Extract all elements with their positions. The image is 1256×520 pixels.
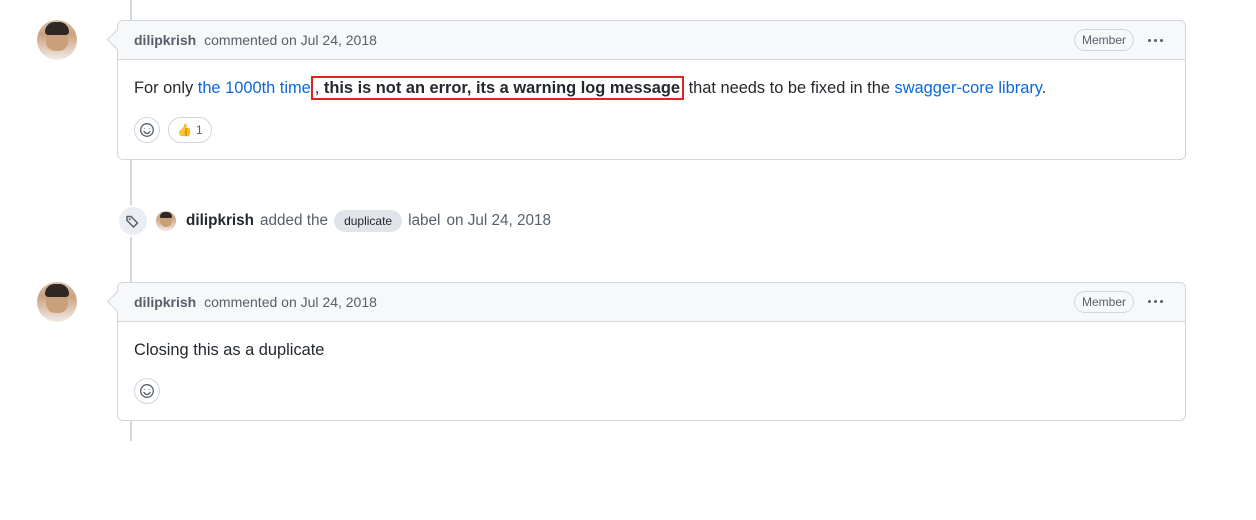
comment-box: dilipkrish commented on Jul 24, 2018 Mem… [117,20,1186,160]
comment-block: dilipkrish commented on Jul 24, 2018 Mem… [37,262,1256,442]
avatar[interactable] [37,20,77,60]
avatar[interactable] [156,211,176,231]
event-date[interactable]: on Jul 24, 2018 [446,212,551,230]
comment-date[interactable]: on Jul 24, 2018 [281,294,377,310]
tag-icon [117,205,149,237]
label-duplicate[interactable]: duplicate [334,210,402,232]
comment-date[interactable]: on Jul 24, 2018 [281,32,377,48]
link-swagger-core[interactable]: swagger-core library [895,79,1042,97]
smiley-icon [139,383,155,399]
role-badge: Member [1074,29,1134,51]
comment-box: dilipkrish commented on Jul 24, 2018 Mem… [117,282,1186,422]
comment-header: dilipkrish commented on Jul 24, 2018 Mem… [118,283,1185,322]
comment-action: commented [204,32,277,48]
link-1000th-time[interactable]: the 1000th time [198,79,311,97]
thumbs-up-reaction[interactable]: 👍 1 [168,117,212,143]
comment-body: Closing this as a duplicate [118,322,1185,379]
kebab-icon[interactable] [1142,294,1169,309]
smiley-icon [139,122,155,138]
add-reaction-button[interactable] [134,378,160,404]
timeline-event: dilipkrish added the duplicate label on … [117,180,1256,262]
thumbs-up-icon: 👍 [177,123,192,137]
author-link[interactable]: dilipkrish [186,212,254,230]
highlighted-text: , this is not an error, its a warning lo… [311,76,684,100]
comment-block: dilipkrish commented on Jul 24, 2018 Mem… [37,0,1256,180]
reactions-bar [118,378,1185,420]
add-reaction-button[interactable] [134,117,160,143]
comment-action: commented [204,294,277,310]
author-link[interactable]: dilipkrish [134,294,196,310]
author-link[interactable]: dilipkrish [134,32,196,48]
comment-header: dilipkrish commented on Jul 24, 2018 Mem… [118,21,1185,60]
kebab-icon[interactable] [1142,33,1169,48]
avatar[interactable] [37,282,77,322]
reactions-bar: 👍 1 [118,117,1185,159]
role-badge: Member [1074,291,1134,313]
comment-body: For only the 1000th time, this is not an… [118,60,1185,117]
reaction-count: 1 [196,123,203,137]
